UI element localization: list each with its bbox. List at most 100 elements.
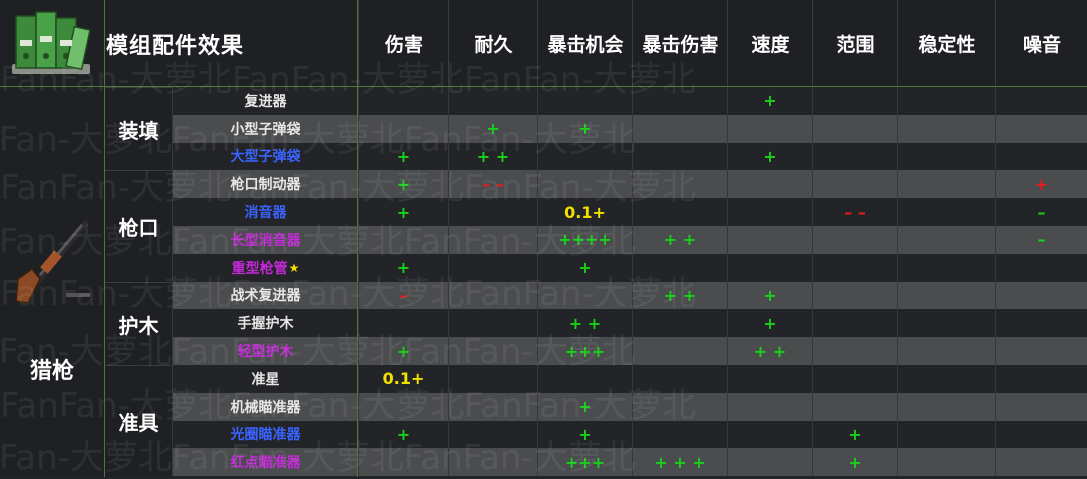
- column-header: 稳定性: [897, 0, 996, 86]
- category-label: 枪口: [105, 170, 172, 283]
- effect-cell: [358, 448, 448, 477]
- effect-cell: [727, 198, 812, 226]
- table-row: 消音器 +0.1+ – – –: [172, 198, 1087, 226]
- table-row: 准星 0.1+: [172, 365, 1087, 393]
- effect-cell: [897, 337, 995, 365]
- mod-name-label: 大型子弹袋: [230, 149, 301, 166]
- effect-cell: – –: [812, 198, 897, 226]
- effect-cell: [537, 170, 632, 199]
- mod-name-label: 长型消音器: [230, 232, 301, 249]
- effect-cell: [358, 392, 448, 421]
- mod-effects-table: 模组配件效果 猎枪 伤害 耐久 暴击机会 暴击伤害 速度 范围 稳定性 噪音 装填 枪口 护木 准具…: [0, 0, 1087, 478]
- column-header: 暴击伤害: [632, 0, 728, 86]
- effect-cell: [448, 392, 537, 421]
- effect-cell: [448, 281, 537, 310]
- weapon-column: 猎枪: [0, 87, 104, 477]
- mod-name: 手握护木: [172, 309, 358, 338]
- effect-cell: +++: [537, 448, 632, 477]
- effect-cell: + +: [632, 226, 727, 254]
- mod-name-label: 重型枪管: [231, 260, 288, 277]
- category-label: 护木: [105, 281, 172, 366]
- effect-cell: 0.1+: [537, 198, 632, 226]
- effect-cell: –: [358, 281, 448, 310]
- effect-cell: [537, 142, 632, 171]
- effect-cell: +: [537, 253, 632, 282]
- effect-cell: [812, 309, 897, 338]
- effect-cell: [995, 337, 1087, 365]
- effect-cell: –: [995, 226, 1087, 254]
- effect-cell: [632, 87, 727, 115]
- effect-cell: [727, 253, 812, 282]
- effect-cell: [448, 309, 537, 338]
- effect-cell: +: [358, 198, 448, 226]
- effect-cell: +: [358, 337, 448, 365]
- effect-cell: +: [358, 420, 448, 449]
- column-header: 耐久: [448, 0, 538, 86]
- effect-cell: + +: [448, 142, 537, 171]
- divider: [104, 0, 105, 477]
- mod-name: 长型消音器: [172, 226, 358, 254]
- effect-cell: +: [358, 170, 448, 199]
- mod-name-label: 消音器: [244, 205, 287, 222]
- effect-cell: +: [537, 420, 632, 449]
- effect-cell: + +: [537, 309, 632, 338]
- effect-cell: [358, 226, 448, 254]
- effect-cell: [632, 114, 727, 143]
- effect-cell: [812, 170, 897, 199]
- effect-cell: [995, 281, 1087, 310]
- effect-cell: [995, 114, 1087, 143]
- mod-name: 轻型护木: [172, 337, 358, 365]
- effect-cell: [537, 281, 632, 310]
- effect-cell: [897, 309, 995, 338]
- effect-cell: +++: [537, 337, 632, 365]
- table-row: 大型子弹袋 + + + +: [172, 142, 1087, 171]
- effect-cell: [995, 448, 1087, 477]
- effect-cell: 0.1+: [358, 365, 448, 393]
- effect-cell: [632, 392, 727, 421]
- column-header: 暴击机会: [537, 0, 633, 86]
- table-row: 枪口制动器 + – – +: [172, 170, 1087, 199]
- effect-cell: [448, 420, 537, 449]
- effect-cell: +: [812, 448, 897, 477]
- effect-cell: [632, 142, 727, 171]
- effect-cell: [537, 365, 632, 393]
- effect-cell: [897, 253, 995, 282]
- effect-cell: [727, 114, 812, 143]
- effect-cell: [995, 420, 1087, 449]
- effect-cell: – –: [448, 170, 537, 199]
- effect-cell: [995, 365, 1087, 393]
- mod-name: 机械瞄准器: [172, 392, 358, 421]
- mod-name: 消音器: [172, 198, 358, 226]
- table-row: 机械瞄准器 +: [172, 392, 1087, 421]
- effect-cell: [897, 281, 995, 310]
- mod-name-label: 准星: [251, 371, 280, 388]
- effect-cell: –: [995, 198, 1087, 226]
- effect-cell: [632, 198, 727, 226]
- effect-cell: [812, 253, 897, 282]
- effect-cell: [812, 114, 897, 143]
- effect-cell: [727, 392, 812, 421]
- divider: [357, 0, 358, 477]
- table-row: 复进器 +: [172, 87, 1087, 115]
- effect-cell: +: [448, 114, 537, 143]
- effect-cell: [812, 226, 897, 254]
- effect-cell: [448, 87, 537, 115]
- effect-cell: [632, 170, 727, 199]
- effect-cell: +: [727, 281, 812, 310]
- effect-cell: +: [995, 170, 1087, 199]
- effect-cell: [632, 337, 727, 365]
- effect-cell: [897, 87, 995, 115]
- effect-cell: [995, 392, 1087, 421]
- table-row: 长型消音器 ++++ + + –: [172, 226, 1087, 254]
- table-row: 小型子弹袋 + +: [172, 114, 1087, 143]
- effect-cell: [448, 337, 537, 365]
- mod-name: 枪口制动器: [172, 170, 358, 199]
- effect-cell: [632, 253, 727, 282]
- page-title: 模组配件效果: [106, 34, 245, 59]
- effect-cell: [358, 87, 448, 115]
- effect-cell: [995, 253, 1087, 282]
- column-header: 伤害: [358, 0, 449, 86]
- mod-name-label: 战术复进器: [230, 288, 301, 305]
- mod-name-label: 复进器: [244, 93, 287, 110]
- effect-cell: [812, 392, 897, 421]
